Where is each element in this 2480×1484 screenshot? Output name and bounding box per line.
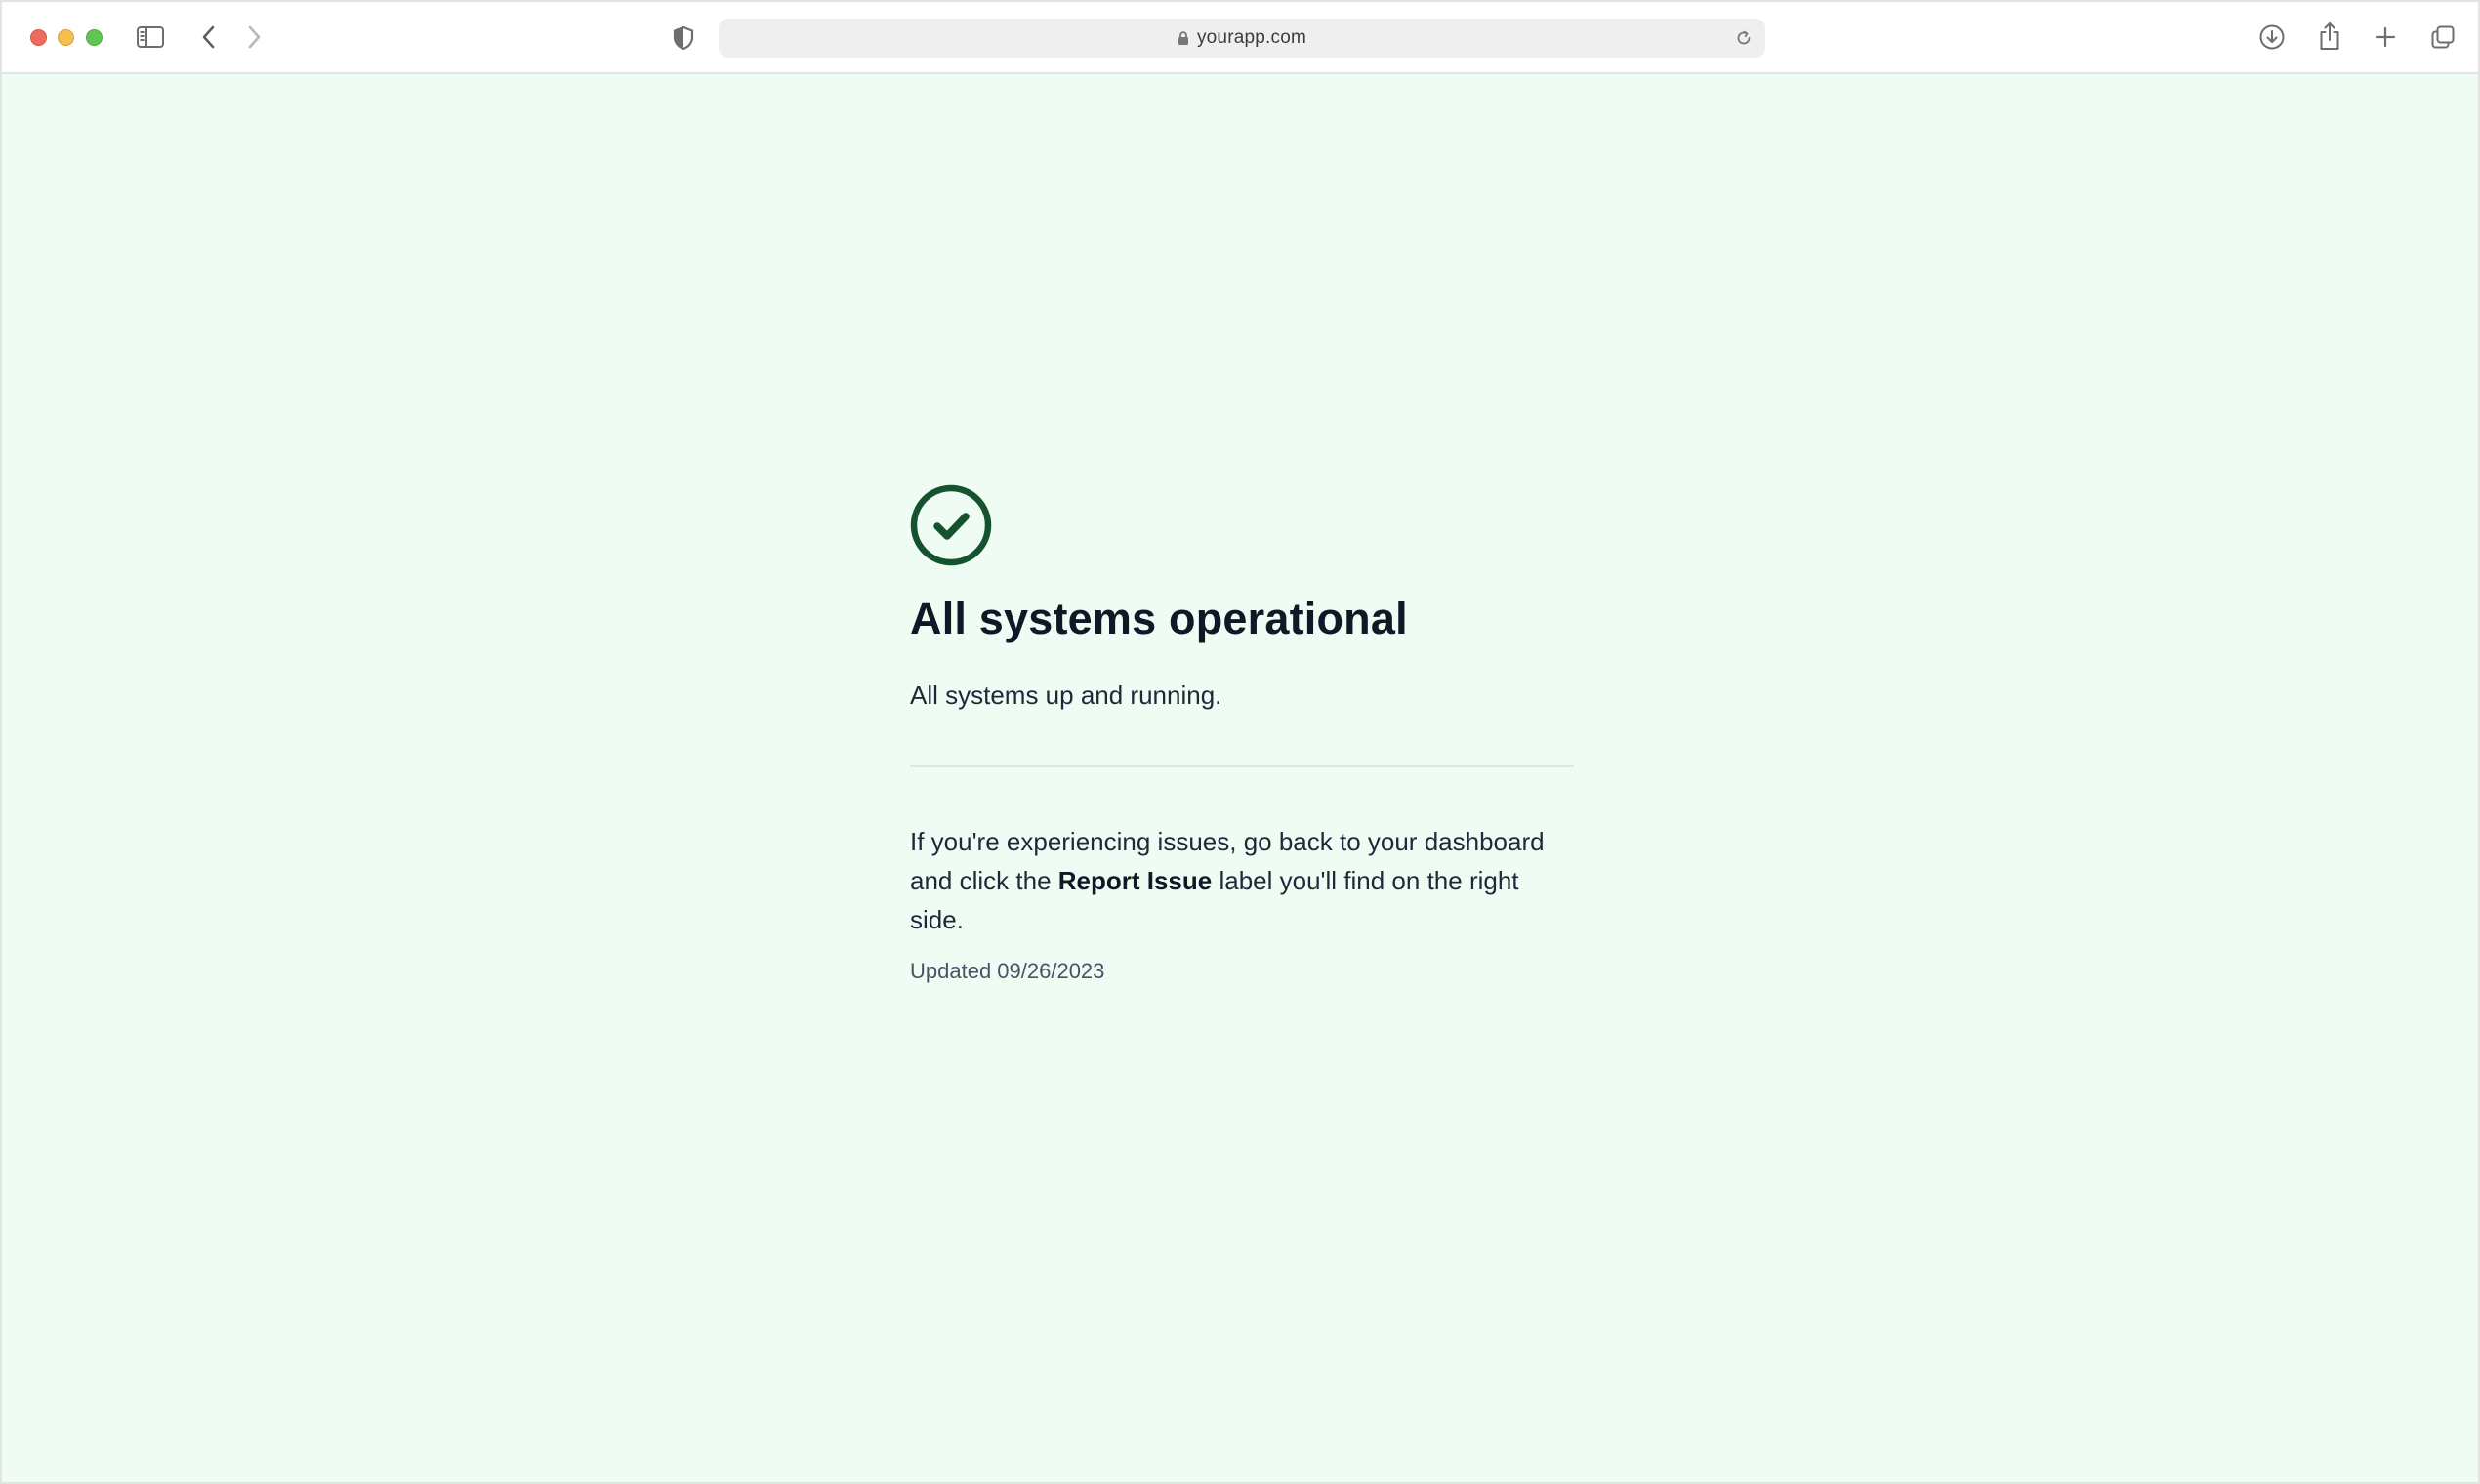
address-bar[interactable]: yourapp.com bbox=[719, 19, 1765, 58]
window-minimize-button[interactable] bbox=[58, 29, 74, 46]
sidebar-toggle-icon[interactable] bbox=[135, 23, 166, 51]
report-issue-label: Report Issue bbox=[1057, 865, 1213, 895]
status-subtitle: All systems up and running. bbox=[910, 680, 1222, 710]
help-text: If you're experiencing issues, go back t… bbox=[910, 822, 1574, 939]
status-panel: All systems operational All systems up a… bbox=[910, 484, 1574, 984]
url-text: yourapp.com bbox=[1196, 27, 1307, 48]
shield-icon[interactable] bbox=[671, 23, 696, 53]
share-icon[interactable] bbox=[2316, 20, 2343, 53]
status-title: All systems operational bbox=[910, 594, 1408, 643]
window-maximize-button[interactable] bbox=[86, 29, 103, 46]
window-close-button[interactable] bbox=[30, 29, 47, 46]
check-circle-icon bbox=[910, 484, 992, 566]
updated-timestamp: Updated 09/26/2023 bbox=[910, 958, 1105, 983]
browser-toolbar: yourapp.com bbox=[2, 2, 2478, 74]
tab-overview-icon[interactable] bbox=[2429, 23, 2457, 51]
reload-icon[interactable] bbox=[1734, 28, 1754, 48]
chevron-right-icon[interactable] bbox=[242, 22, 266, 52]
download-icon[interactable] bbox=[2257, 22, 2287, 52]
chevron-left-icon[interactable] bbox=[197, 22, 221, 52]
divider bbox=[910, 764, 1574, 767]
lock-icon bbox=[1178, 30, 1189, 45]
browser-window: yourapp.com All systems operational All … bbox=[0, 0, 2480, 1484]
plus-icon[interactable] bbox=[2372, 23, 2399, 51]
